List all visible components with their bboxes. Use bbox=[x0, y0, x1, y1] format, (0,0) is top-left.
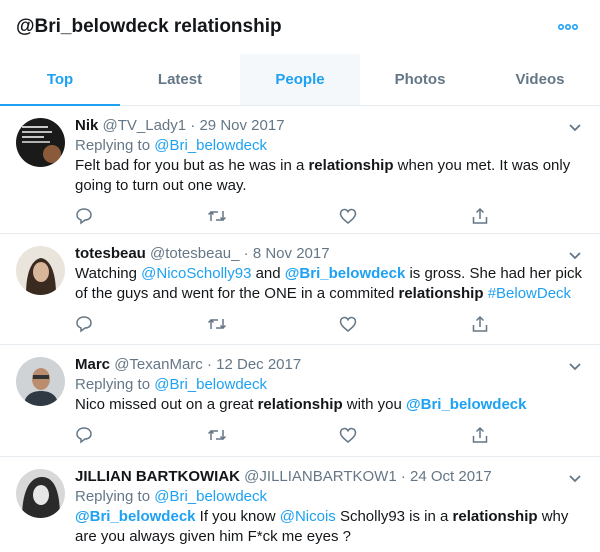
tweet-text-segment: Scholly93 is in a bbox=[335, 508, 453, 525]
search-term-highlight: relationship bbox=[398, 285, 484, 302]
like-icon[interactable] bbox=[339, 314, 471, 334]
tweet-header: JILLIAN BARTKOWIAK @JILLIANBARTKOW1 · 24… bbox=[75, 467, 586, 487]
display-name[interactable]: Nik bbox=[75, 117, 98, 134]
separator: · bbox=[190, 117, 196, 134]
tab-latest[interactable]: Latest bbox=[120, 54, 240, 105]
avatar[interactable] bbox=[16, 357, 65, 406]
separator: · bbox=[206, 356, 212, 373]
like-icon[interactable] bbox=[339, 425, 471, 445]
mention-link[interactable]: @Bri_belowdeck bbox=[75, 508, 196, 525]
tweet-text-segment: Felt bad for you but as he was in a bbox=[75, 157, 309, 174]
search-term-highlight: relationship bbox=[308, 157, 394, 174]
retweet-icon[interactable] bbox=[207, 206, 339, 226]
separator: · bbox=[400, 468, 406, 485]
user-handle[interactable]: @TV_Lady1 bbox=[103, 117, 187, 134]
replying-to-link[interactable]: @Bri_belowdeck bbox=[154, 488, 267, 505]
user-handle[interactable]: @JILLIANBARTKOW1 bbox=[244, 468, 397, 485]
tweet-date[interactable]: 12 Dec 2017 bbox=[216, 356, 301, 373]
tweet-link[interactable]: @Nicois bbox=[280, 508, 336, 525]
display-name[interactable]: Marc bbox=[75, 356, 110, 373]
reply-icon[interactable] bbox=[75, 314, 207, 334]
more-options-icon[interactable] bbox=[556, 22, 580, 32]
retweet-icon[interactable] bbox=[207, 314, 339, 334]
replying-to: Replying to @Bri_belowdeck bbox=[75, 487, 586, 507]
tab-photos[interactable]: Photos bbox=[360, 54, 480, 105]
tweet-text-segment: and bbox=[251, 265, 285, 282]
tweet-actions bbox=[75, 415, 586, 455]
separator: · bbox=[243, 245, 249, 262]
reply-icon[interactable] bbox=[75, 206, 207, 226]
tweet-actions bbox=[75, 196, 586, 236]
tab-people[interactable]: People bbox=[240, 54, 360, 105]
user-handle[interactable]: @totesbeau_ bbox=[150, 245, 239, 262]
tweet-text: Watching @NicoScholly93 and @Bri_belowde… bbox=[75, 264, 586, 304]
tweet[interactable]: totesbeau @totesbeau_ · 8 Nov 2017 Watch… bbox=[0, 234, 600, 345]
share-icon[interactable] bbox=[471, 425, 501, 445]
chevron-down-icon[interactable] bbox=[568, 248, 582, 260]
tweet-header: totesbeau @totesbeau_ · 8 Nov 2017 bbox=[75, 244, 586, 264]
search-tabs: Top Latest People Photos Videos bbox=[0, 54, 600, 106]
mention-link[interactable]: @Bri_belowdeck bbox=[406, 396, 527, 413]
tweet-text-segment: Nico missed out on a great bbox=[75, 396, 258, 413]
display-name[interactable]: JILLIAN BARTKOWIAK bbox=[75, 468, 240, 485]
tweet-date[interactable]: 8 Nov 2017 bbox=[253, 245, 330, 262]
share-icon[interactable] bbox=[471, 314, 501, 334]
tweet-header: Nik @TV_Lady1 · 29 Nov 2017 bbox=[75, 116, 586, 136]
chevron-down-icon[interactable] bbox=[568, 471, 582, 483]
chevron-down-icon[interactable] bbox=[568, 120, 582, 132]
tweet-text-segment: Watching bbox=[75, 265, 142, 282]
tab-videos[interactable]: Videos bbox=[480, 54, 600, 105]
avatar[interactable] bbox=[16, 469, 65, 518]
tweet-text: Felt bad for you but as he was in a rela… bbox=[75, 156, 586, 196]
retweet-icon[interactable] bbox=[207, 425, 339, 445]
tweet-text-segment: with you bbox=[342, 396, 406, 413]
user-handle[interactable]: @TexanMarc bbox=[114, 356, 203, 373]
search-term-highlight: relationship bbox=[257, 396, 343, 413]
share-icon[interactable] bbox=[471, 206, 501, 226]
display-name[interactable]: totesbeau bbox=[75, 245, 146, 262]
reply-icon[interactable] bbox=[75, 425, 207, 445]
like-icon[interactable] bbox=[339, 206, 471, 226]
mention-link[interactable]: @Bri_belowdeck bbox=[285, 265, 406, 282]
replying-prefix: Replying to bbox=[75, 137, 151, 154]
tweet-link[interactable]: #BelowDeck bbox=[488, 285, 571, 302]
replying-to: Replying to @Bri_belowdeck bbox=[75, 375, 586, 395]
tweet-actions bbox=[75, 304, 586, 344]
tweet[interactable]: Marc @TexanMarc · 12 Dec 2017 Replying t… bbox=[0, 345, 600, 457]
tweet[interactable]: JILLIAN BARTKOWIAK @JILLIANBARTKOW1 · 24… bbox=[0, 457, 600, 552]
tweet-timeline: Nik @TV_Lady1 · 29 Nov 2017 Replying to … bbox=[0, 106, 600, 552]
tweet-text-segment: If you know bbox=[195, 508, 280, 525]
tweet[interactable]: Nik @TV_Lady1 · 29 Nov 2017 Replying to … bbox=[0, 106, 600, 234]
avatar[interactable] bbox=[16, 246, 65, 295]
tweet-header: Marc @TexanMarc · 12 Dec 2017 bbox=[75, 355, 586, 375]
tweet-date[interactable]: 29 Nov 2017 bbox=[199, 117, 284, 134]
search-header: @Bri_belowdeck relationship bbox=[0, 0, 600, 54]
tweet-text: @Bri_belowdeck If you know @Nicois Schol… bbox=[75, 507, 586, 547]
replying-to: Replying to @Bri_belowdeck bbox=[75, 136, 586, 156]
tweet-link[interactable]: @NicoScholly93 bbox=[141, 265, 251, 282]
page-title: @Bri_belowdeck relationship bbox=[16, 16, 282, 37]
tweet-text: Nico missed out on a great relationship … bbox=[75, 395, 586, 415]
avatar[interactable] bbox=[16, 118, 65, 167]
search-term-highlight: relationship bbox=[452, 508, 538, 525]
replying-prefix: Replying to bbox=[75, 376, 151, 393]
replying-prefix: Replying to bbox=[75, 488, 151, 505]
tweet-date[interactable]: 24 Oct 2017 bbox=[410, 468, 492, 485]
replying-to-link[interactable]: @Bri_belowdeck bbox=[154, 376, 267, 393]
tab-top[interactable]: Top bbox=[0, 54, 120, 106]
replying-to-link[interactable]: @Bri_belowdeck bbox=[154, 137, 267, 154]
chevron-down-icon[interactable] bbox=[568, 359, 582, 371]
